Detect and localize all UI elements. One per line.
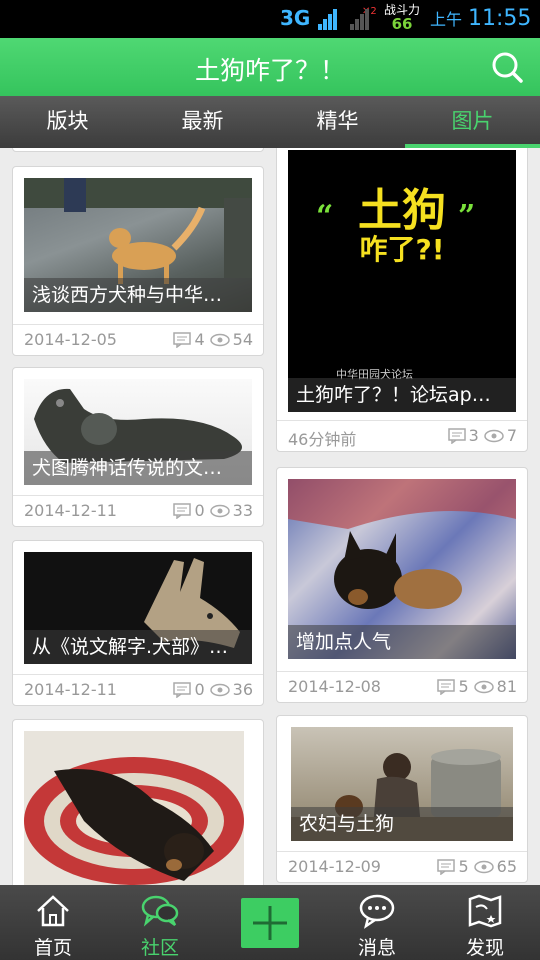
post-meta: 2014-12-11 0 36 [13,674,263,705]
post-thumbnail: 从《说文解字.犬部》… [24,552,252,664]
post-caption: 犬图腾神话传说的文… [24,451,252,485]
post-meta: 2014-12-09 5 65 [277,851,527,882]
post-meta: 2014-12-11 0 33 [13,495,263,526]
nav-community-label: 社区 [140,937,179,959]
post-thumbnail: 浅谈西方犬种与中华… [24,178,252,312]
post-thumbnail: 增加点人气 [288,479,516,659]
post-thumbnail [24,731,244,885]
tab-latest[interactable]: 最新 [135,96,270,148]
post-date: 2014-12-11 [24,680,117,699]
post-thumbnail: 农妇与土狗 [291,727,513,841]
discover-map-icon [468,894,502,928]
comment-count: 0 [194,680,205,699]
post-meta: 2014-12-05 4 54 [13,324,263,355]
post-caption: 土狗咋了？！论坛ap… [288,378,516,412]
new-post-button[interactable] [241,898,299,948]
post-stats: 0 33 [173,501,253,520]
post-meta: 46分钟前 3 7 [277,420,527,451]
eye-icon [473,860,494,873]
comment-count: 3 [468,426,479,445]
post-caption: 浅谈西方犬种与中华… [24,278,252,312]
post-card[interactable]: 农妇与土狗 2014-12-09 5 65 [276,715,528,883]
nav-discover[interactable]: 发现 [435,885,535,960]
nav-messages[interactable]: 消息 [327,885,427,960]
clock-time: 11:55 [468,6,532,31]
clock-ampm: 上午 [430,10,463,29]
signal-icon-2 [350,8,372,30]
comment-count: 4 [194,330,205,349]
home-icon [37,895,69,927]
post-card[interactable]: 增加点人气 2014-12-08 5 81 [276,467,528,703]
app-header: 土狗咋了？！ [0,38,540,96]
previous-card-left[interactable] [12,148,264,152]
message-icon [359,894,395,929]
post-card[interactable]: 从《说文解字.犬部》… 2014-12-11 0 36 [12,540,264,706]
puppy-on-rug-image [24,757,244,885]
view-count: 65 [496,857,517,876]
nav-discover-label: 发现 [465,937,504,959]
post-caption: 增加点人气 [288,625,516,659]
post-date: 2014-12-08 [288,677,381,696]
post-date: 46分钟前 [288,430,357,449]
nav-messages-label: 消息 [357,937,396,959]
eye-icon [473,680,494,693]
comment-icon [173,681,192,698]
post-thumbnail: 犬图腾神话传说的文… [24,379,252,485]
view-count: 7 [506,426,517,445]
post-stats: 0 36 [173,680,253,699]
eye-icon [209,504,230,517]
search-icon [492,52,523,83]
post-thumbnail: “ ” 土狗 咋了?! 中华田园犬论坛 土狗咋了？！论坛ap… [288,150,516,412]
post-caption: 农妇与土狗 [291,807,513,841]
post-caption: 从《说文解字.犬部》… [24,630,252,664]
network-type: 3G [280,6,311,30]
post-stats: 5 65 [437,857,517,876]
bottom-nav: 首页 社区 消息 发现 [0,885,540,960]
post-stats: 3 7 [447,426,517,445]
search-button[interactable] [490,50,524,84]
comment-icon [173,502,192,519]
post-card[interactable]: “ ” 土狗 咋了?! 中华田园犬论坛 土狗咋了？！论坛ap… 46分钟前 3 … [276,148,528,452]
comment-icon [173,331,192,348]
comment-count: 5 [458,857,469,876]
post-date: 2014-12-09 [288,857,381,876]
post-stats: 5 81 [437,677,517,696]
signal-icon [318,8,340,30]
comment-icon [447,427,466,444]
eye-icon [209,333,230,346]
nav-home-label: 首页 [33,937,72,959]
picture-feed[interactable]: 浅谈西方犬种与中华… 2014-12-05 4 54 “ ” 土狗 咋了?! 中… [0,148,540,885]
comment-icon [437,858,456,875]
tab-featured[interactable]: 精华 [270,96,405,148]
nav-community[interactable]: 社区 [110,885,210,960]
comment-icon [437,678,456,695]
page-title: 土狗咋了？！ [194,56,345,85]
view-count: 54 [232,330,253,349]
clock: 上午 11:55 [430,6,531,31]
tab-sections[interactable]: 版块 [0,96,135,148]
eye-icon [484,429,504,442]
view-count: 36 [232,680,253,699]
game-power-value: 66 [391,15,413,33]
status-bar: 3G ✕2 战斗力 66 上午 11:55 [0,0,540,38]
post-card[interactable]: 犬图腾神话传说的文… 2014-12-11 0 33 [12,367,264,527]
view-count: 33 [232,501,253,520]
view-count: 81 [496,677,517,696]
poster-subtitle: 咋了?! [359,233,445,266]
tab-bar: 版块 最新 精华 图片 [0,96,540,148]
post-card[interactable]: 浅谈西方犬种与中华… 2014-12-05 4 54 [12,166,264,356]
tab-pictures[interactable]: 图片 [405,96,540,148]
post-date: 2014-12-05 [24,330,117,349]
post-date: 2014-12-11 [24,501,117,520]
eye-icon [209,683,230,696]
community-icon [141,895,179,927]
plus-icon [253,906,287,940]
game-power: 战斗力 66 [384,3,420,33]
post-stats: 4 54 [173,330,253,349]
post-card[interactable] [12,719,264,885]
nav-home[interactable]: 首页 [3,885,103,960]
comment-count: 5 [458,677,469,696]
post-meta: 2014-12-08 5 81 [277,671,527,702]
comment-count: 0 [194,501,205,520]
